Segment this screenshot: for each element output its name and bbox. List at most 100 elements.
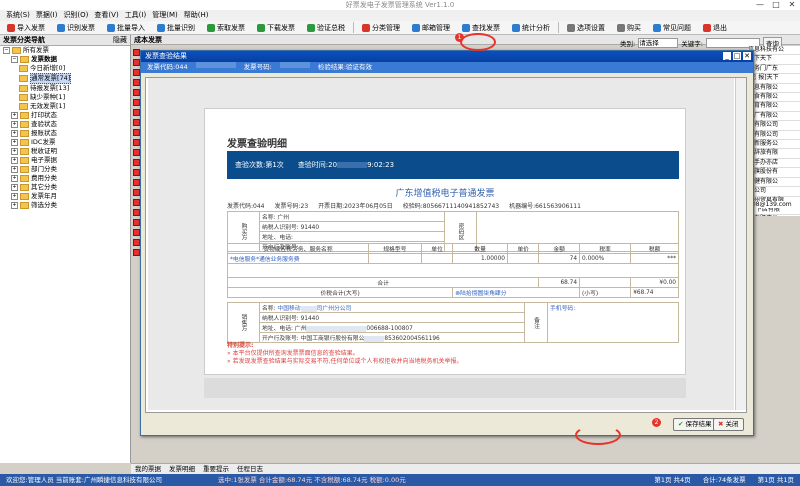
toolbar-button-2[interactable]: 批量导入 [103, 21, 149, 35]
hide-nav-button[interactable]: 隐藏 [113, 35, 130, 45]
category-nav: 发票分类导航 隐藏 − 所有发票 − 发票数据 今日新增[0] 通常发票[74] 待报发票[… [0, 35, 131, 463]
collapse-icon[interactable]: − [11, 56, 18, 63]
tree-item[interactable]: + 税收证明 [0, 147, 130, 156]
toolbar-button-11[interactable]: 选项设置 [563, 21, 609, 35]
toolbar-button-4[interactable]: 索取发票 [203, 21, 249, 35]
seller-cell[interactable]: 三厂有限公 [748, 112, 800, 122]
bottom-tab-3[interactable]: 任程日志 [237, 464, 263, 474]
category-select[interactable]: 请选择 [638, 38, 679, 48]
toolbar-button-13[interactable]: 常见问题 [649, 21, 695, 35]
tree-item[interactable]: + 部门分类 [0, 165, 130, 174]
toolbar-button-6[interactable]: 验证总税 [303, 21, 349, 35]
toolbar-button-3[interactable]: 批量识别 [153, 21, 199, 35]
expand-icon[interactable]: + [11, 184, 18, 191]
seller-cell[interactable]: 下公司 [748, 187, 800, 197]
seller-cell[interactable]: 信息科技有公 [748, 46, 800, 56]
result-scroll-area[interactable]: 发票查验明细 查验次数:第1次 查验时间:20 9:02:23 广东增值税电子普通… [145, 77, 747, 413]
total-label: 价税合计(大写) [226, 287, 454, 298]
items-header-cell: 货物或应税劳务、服务名称 [227, 243, 369, 254]
seller-cell[interactable]: 下辞旅有限 [748, 149, 800, 159]
menu-item-0[interactable]: 系统(S) [6, 10, 30, 21]
expand-icon[interactable]: + [11, 121, 18, 128]
seller-cell[interactable]: 体育有限公 [748, 102, 800, 112]
dialog-minimize-icon[interactable]: _ [723, 52, 731, 60]
expand-icon[interactable]: + [11, 148, 18, 155]
menu-item-4[interactable]: 工具(I) [125, 10, 147, 21]
tree-item[interactable]: + 查验状态 [0, 120, 130, 129]
minimize-icon[interactable]: — [752, 0, 768, 10]
expand-icon[interactable]: + [11, 139, 18, 146]
seller-cell[interactable]: 肝旗股份有 [748, 168, 800, 178]
expand-icon[interactable]: + [11, 202, 18, 209]
dialog-maximize-icon[interactable]: □ [733, 52, 741, 60]
tree-item[interactable]: − 发票数据 [0, 55, 130, 64]
toolbar-button-8[interactable]: 邮箱管理 [408, 21, 454, 35]
tree-item[interactable]: 待报发票[13] [0, 84, 130, 93]
menu-item-1[interactable]: 票据(I) [36, 10, 58, 21]
expand-icon[interactable]: + [11, 193, 18, 200]
expand-icon[interactable]: + [11, 130, 18, 137]
bottom-tab-1[interactable]: 发票明细 [169, 464, 195, 474]
expand-icon[interactable]: + [11, 157, 18, 164]
special-notes: 特别提示: » 本平台仅提供所查询发票票面信息的查验结果。 » 若发现发票查验结… [227, 342, 463, 366]
maximize-icon[interactable]: □ [768, 0, 784, 10]
tree-item[interactable]: + IDC发票 [0, 138, 130, 147]
seller-cell[interactable]: 料有限公司 [748, 131, 800, 141]
tree-item[interactable]: + 其它分类 [0, 183, 130, 192]
toolbar-button-0[interactable]: 导入发票 [3, 21, 49, 35]
seller-cell[interactable]: 二手办亦店 [748, 159, 800, 169]
tree-item[interactable]: 缺少票种[1] [0, 93, 130, 102]
bottom-tab-0[interactable]: 我的票据 [135, 464, 161, 474]
sum-amount: 68.74 [538, 277, 581, 288]
items-header-cell: 单价 [506, 243, 540, 254]
item-qty: 1.00000 [452, 253, 508, 264]
tree-item[interactable]: + 电子票据 [0, 156, 130, 165]
tree-item[interactable]: 通常发票[74] [0, 73, 130, 84]
expand-icon[interactable]: + [11, 112, 18, 119]
seller-cell[interactable]: 保健有限公 [748, 178, 800, 188]
invoice-paper: 发票查验明细 查验次数:第1次 查验时间:20 9:02:23 广东增值税电子普通… [204, 108, 686, 375]
seller-cell[interactable]: 服务门广东 [748, 65, 800, 75]
menu-item-5[interactable]: 管理(M) [152, 10, 178, 21]
tree-item[interactable]: + 筛选分类 [0, 201, 130, 210]
seller-cell[interactable]: [已 报]天下 [748, 74, 800, 84]
tree-item-label: 待报发票[13] [30, 84, 70, 92]
bottom-tab-2[interactable]: 重要提示 [203, 464, 229, 474]
close-icon[interactable]: ✕ [784, 0, 800, 10]
items-header-cell: 金额 [538, 243, 581, 254]
toolbar-button-10[interactable]: 统计分析 [508, 21, 554, 35]
collapse-icon[interactable]: − [3, 47, 10, 54]
tree-item[interactable]: 今日新增[0] [0, 64, 130, 73]
search-icon [462, 23, 470, 32]
tree-item[interactable]: + 打印状态 [0, 111, 130, 120]
tree-item[interactable]: + 发票年月 [0, 192, 130, 201]
menu-item-6[interactable]: 帮助(H) [184, 10, 209, 21]
toolbar-button-7[interactable]: 分类管理 [358, 21, 404, 35]
menu-item-2[interactable]: 识别(O) [63, 10, 88, 21]
note-1: » 本平台仅提供所查询发票票面信息的查验结果。 [227, 350, 359, 357]
expand-icon[interactable]: + [11, 175, 18, 182]
vertical-scrollbar[interactable] [735, 78, 746, 410]
dialog-close-icon[interactable]: ✕ [743, 52, 751, 60]
toolbar-button-12[interactable]: 购买 [613, 21, 645, 35]
seller-cell[interactable]: 广东肝店公 [748, 215, 800, 216]
tree-item[interactable]: 无效发票[1] [0, 102, 130, 111]
tree-item[interactable]: + 报账状态 [0, 129, 130, 138]
expand-icon[interactable]: + [11, 166, 18, 173]
toolbar-button-5[interactable]: 下载发票 [253, 21, 299, 35]
toolbar-button-1[interactable]: 识别发票 [53, 21, 99, 35]
item-amount: 74 [538, 253, 581, 264]
seller-cell[interactable]: 天下天下 [748, 55, 800, 65]
menu-item-3[interactable]: 查看(V) [94, 10, 118, 21]
toolbar-button-14[interactable]: 退出 [699, 21, 731, 35]
close-dialog-button[interactable]: ✖ 关闭 [713, 418, 744, 431]
save-result-button[interactable]: ✔ 保存结果 [673, 418, 717, 431]
row-flag-icon [133, 149, 140, 156]
seller-cell[interactable]: 信息有限公 [748, 84, 800, 94]
tree-item[interactable]: − 所有发票 [0, 46, 130, 55]
tree-item[interactable]: + 费用分类 [0, 174, 130, 183]
toolbar: 导入发票 识别发票 批量导入 批量识别 索取发票 下载发票 验证总税 分类管理 邮箱管理 查找发票… [0, 21, 800, 35]
tree-item-label: 筛选分类 [31, 201, 57, 209]
row-status-column [132, 46, 140, 259]
seller-cell[interactable]: 计有限公司 [748, 121, 800, 131]
